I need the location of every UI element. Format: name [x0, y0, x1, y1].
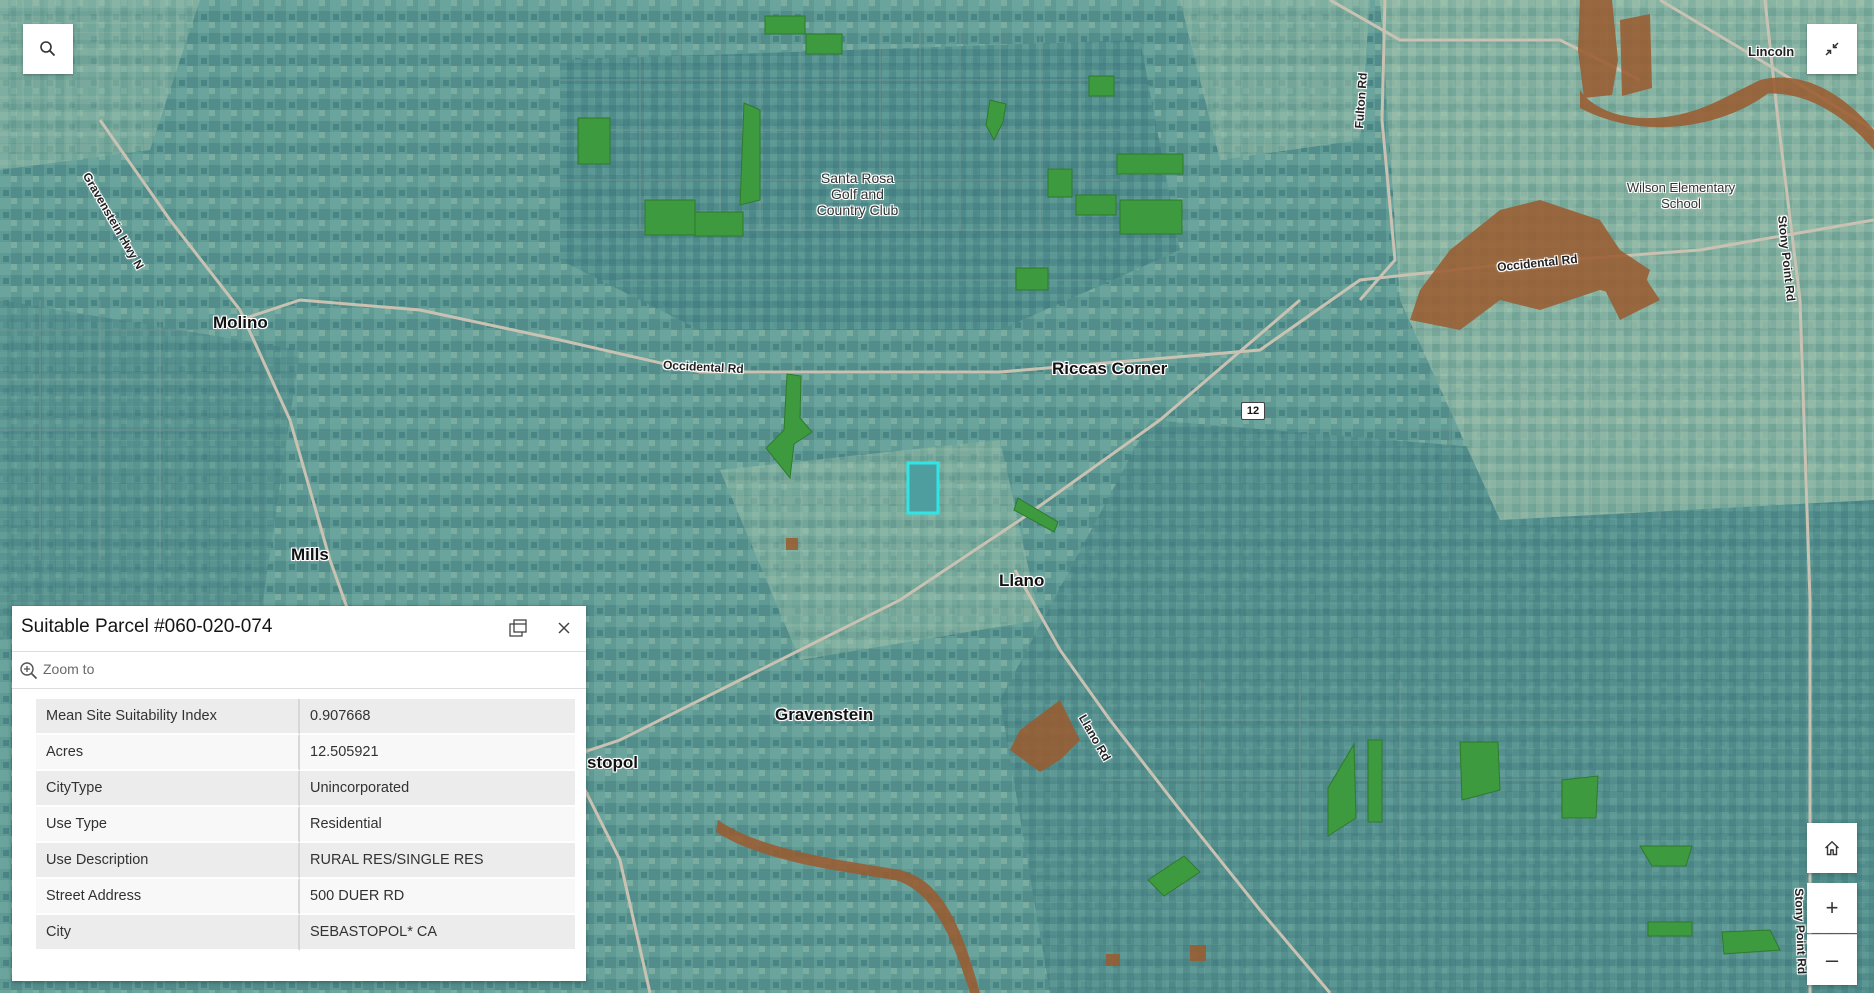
- field-value: 500 DUER RD: [300, 879, 575, 915]
- popup-header: Suitable Parcel #060-020-074: [12, 606, 586, 652]
- field-key: Acres: [36, 735, 300, 771]
- field-value: 0.907668: [300, 699, 575, 735]
- table-row: Use Type Residential: [36, 807, 575, 843]
- search-icon: [40, 41, 56, 57]
- field-key: Use Description: [36, 843, 300, 879]
- place-label-molino: Molino: [213, 313, 268, 332]
- feature-popup: Suitable Parcel #060-020-074 Zoom to Mea…: [12, 606, 586, 981]
- field-value: RURAL RES/SINGLE RES: [300, 843, 575, 879]
- place-label-lincoln: Lincoln: [1748, 44, 1795, 59]
- collapse-icon: [1825, 42, 1839, 56]
- place-label-mills: Mills: [291, 545, 329, 564]
- zoom-to-label: Zoom to: [43, 661, 95, 677]
- attribute-table: Mean Site Suitability Index 0.907668 Acr…: [36, 699, 575, 951]
- zoom-out-button[interactable]: –: [1807, 934, 1857, 985]
- field-value: 12.505921: [300, 735, 575, 771]
- route-12-shield: 12: [1241, 402, 1265, 420]
- field-key: City: [36, 915, 300, 951]
- field-value: Residential: [300, 807, 575, 843]
- field-value: Unincorporated: [300, 771, 575, 807]
- place-label-gravenstein: Gravenstein: [775, 705, 874, 724]
- popup-title: Suitable Parcel #060-020-074: [21, 616, 273, 637]
- field-value: SEBASTOPOL* CA: [300, 915, 575, 951]
- poi-school-line2: School: [1661, 196, 1701, 211]
- field-key: CityType: [36, 771, 300, 807]
- poi-golf-line1: Santa Rosa: [820, 170, 895, 186]
- field-key: Mean Site Suitability Index: [36, 699, 300, 735]
- poi-label-golf-club: Santa Rosa Golf and Country Club: [805, 170, 910, 218]
- collapse-button[interactable]: [1807, 24, 1857, 74]
- place-label-riccas-corner: Riccas Corner: [1052, 359, 1168, 378]
- selected-parcel-outline: [906, 461, 940, 515]
- home-icon: [1825, 840, 1839, 856]
- place-label-sebastopol: stopol: [587, 753, 638, 772]
- search-button[interactable]: [23, 24, 73, 74]
- table-row: Street Address 500 DUER RD: [36, 879, 575, 915]
- table-row: Acres 12.505921: [36, 735, 575, 771]
- poi-label-wilson-school: Wilson Elementary School: [1606, 180, 1756, 212]
- home-button[interactable]: [1807, 823, 1857, 873]
- dock-icon: [509, 619, 527, 637]
- zoom-to-action[interactable]: Zoom to: [12, 652, 586, 689]
- close-icon: [558, 622, 570, 634]
- zoom-to-icon: [20, 662, 38, 680]
- table-row: City SEBASTOPOL* CA: [36, 915, 575, 951]
- dock-button[interactable]: [506, 616, 530, 640]
- table-row: Mean Site Suitability Index 0.907668: [36, 699, 575, 735]
- close-button[interactable]: [552, 616, 576, 640]
- zoom-in-button[interactable]: +: [1807, 883, 1857, 933]
- poi-golf-line3: Country Club: [816, 202, 899, 218]
- table-row: Use Description RURAL RES/SINGLE RES: [36, 843, 575, 879]
- field-key: Use Type: [36, 807, 300, 843]
- field-key: Street Address: [36, 879, 300, 915]
- poi-school-line1: Wilson Elementary: [1626, 180, 1736, 195]
- table-row: CityType Unincorporated: [36, 771, 575, 807]
- place-label-llano: Llano: [999, 571, 1045, 590]
- poi-golf-line2: Golf and: [831, 186, 884, 202]
